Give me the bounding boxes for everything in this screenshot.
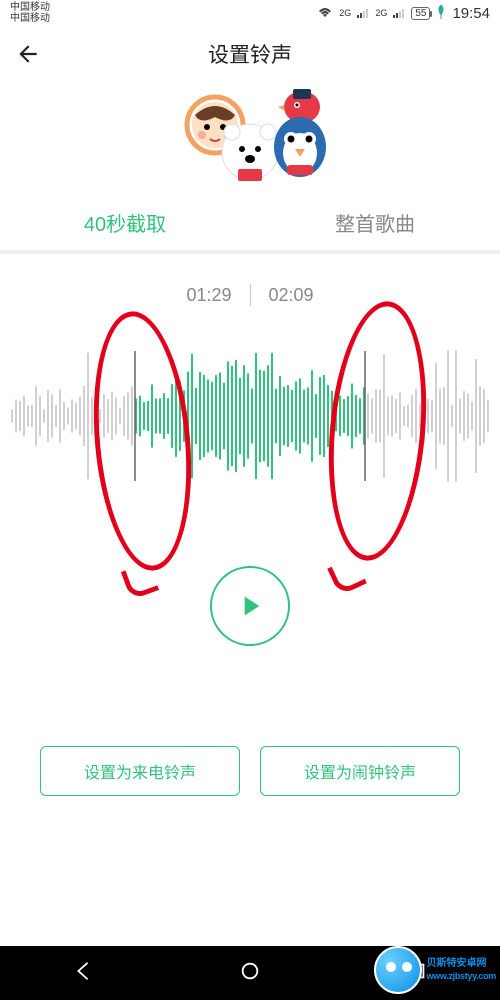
signal-label-2: 2G — [375, 8, 387, 18]
nav-back-button[interactable] — [72, 960, 94, 987]
tab-clip[interactable]: 40秒截取 — [0, 192, 250, 252]
signal-label-1: 2G — [339, 8, 351, 18]
time-row: 01:29 02:09 — [10, 284, 490, 306]
time-separator — [250, 284, 251, 306]
set-alarm-ringtone-button[interactable]: 设置为闹钟铃声 — [260, 746, 460, 796]
status-bar: 中国移动 中国移动 2G 2G 55 19:54 — [0, 0, 500, 26]
clip-start-time: 01:29 — [186, 285, 231, 306]
tabs: 40秒截取 整首歌曲 — [0, 192, 500, 252]
carrier-label: 中国移动 中国移动 — [10, 2, 50, 24]
clip-end-time: 02:09 — [269, 285, 314, 306]
back-button[interactable] — [8, 34, 48, 74]
watermark-text: 贝斯特安卓网 www.zjbstyy.com — [426, 958, 496, 982]
signal-icon-2 — [393, 6, 405, 21]
battery-icon: 55 — [411, 7, 430, 20]
signal-icon-1 — [357, 6, 369, 21]
nav-home-button[interactable] — [239, 960, 261, 987]
page-title: 设置铃声 — [0, 39, 500, 69]
clock-label: 19:54 — [452, 5, 490, 22]
status-right: 2G 2G 55 19:54 — [317, 5, 490, 22]
watermark: 贝斯特安卓网 www.zjbstyy.com — [374, 946, 496, 994]
clip-panel: 01:29 02:09 设置为来电铃声 设置为闹钟铃声 — [10, 254, 490, 796]
watermark-logo — [374, 946, 422, 994]
leaf-icon — [436, 5, 446, 22]
play-area — [10, 546, 490, 666]
play-icon — [234, 590, 266, 622]
set-call-ringtone-button[interactable]: 设置为来电铃声 — [40, 746, 240, 796]
play-button[interactable] — [210, 566, 290, 646]
header: 设置铃声 — [0, 26, 500, 82]
tab-full-song[interactable]: 整首歌曲 — [250, 192, 500, 252]
waveform[interactable] — [10, 326, 490, 506]
waveform-svg — [10, 336, 490, 496]
wifi-icon — [317, 6, 333, 21]
illustration — [0, 82, 500, 192]
bottom-actions: 设置为来电铃声 设置为闹钟铃声 — [10, 746, 490, 796]
